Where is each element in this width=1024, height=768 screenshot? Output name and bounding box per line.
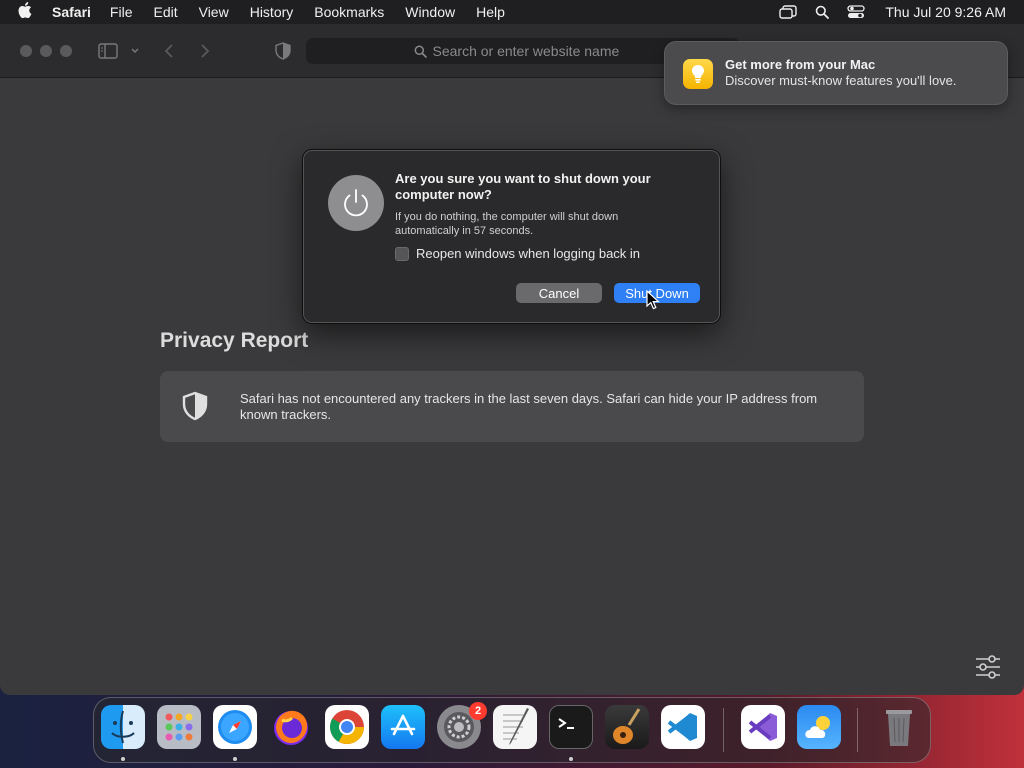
close-window-button[interactable] [20,45,32,57]
status-area: Thu Jul 20 9:26 AM [763,0,1006,24]
menu-bookmarks[interactable]: Bookmarks [314,4,384,20]
terminal-app-icon[interactable] [549,705,593,749]
privacy-report-title: Privacy Report [160,329,309,352]
cancel-button[interactable]: Cancel [516,283,602,303]
back-arrow-icon[interactable] [162,41,176,61]
system-settings-badge: 2 [469,702,487,720]
tips-notification[interactable]: Get more from your Mac Discover must-kno… [664,41,1008,105]
dialog-title: Are you sure you want to shut down your … [395,171,651,202]
visual-studio-app-icon[interactable] [741,705,785,749]
dock-separator [723,708,724,752]
shield-icon [182,391,208,426]
app-store-app-icon[interactable] [381,705,425,749]
menu-bar-clock[interactable]: Thu Jul 20 9:26 AM [885,4,1006,20]
safari-running-indicator [233,757,237,761]
menu-window[interactable]: Window [405,4,455,20]
firefox-app-icon[interactable] [269,705,313,749]
minimize-window-button[interactable] [40,45,52,57]
search-icon [414,45,427,58]
lightbulb-icon [683,59,713,89]
privacy-shield-icon[interactable] [274,41,292,61]
safari-window: Privacy Report Safari has not encountere… [0,24,1024,695]
power-icon [328,175,384,231]
menu-view[interactable]: View [199,4,229,20]
sidebar-toggle-icon[interactable] [97,41,119,61]
reopen-windows-checkbox[interactable] [395,246,409,261]
chevron-down-icon[interactable] [130,41,140,61]
dock: 2 [93,697,931,763]
menu-file[interactable]: File [110,4,133,20]
address-input[interactable] [432,43,633,59]
menu-bar: Safari File Edit View History Bookmarks … [0,0,1024,24]
mouse-pointer-icon [646,289,660,315]
dialog-message: If you do nothing, the computer will shu… [395,211,619,237]
reopen-windows-option[interactable]: Reopen windows when logging back in [395,246,640,261]
privacy-report-card: Safari has not encountered any trackers … [160,371,864,442]
privacy-report-message: Safari has not encountered any trackers … [240,391,818,422]
weather-app-icon[interactable] [797,705,841,749]
control-center-icon[interactable] [847,5,866,19]
terminal-running-indicator [569,757,573,761]
finder-app-icon[interactable] [101,705,145,749]
safari-app-icon[interactable] [213,705,257,749]
menu-history[interactable]: History [250,4,294,20]
apple-menu-icon[interactable] [18,1,38,23]
spotlight-search-icon[interactable] [813,5,831,19]
textedit-app-icon[interactable] [493,705,537,749]
garageband-app-icon[interactable] [605,705,649,749]
notification-body: Discover must-know features you'll love. [725,73,957,88]
finder-running-indicator [121,757,125,761]
trash-icon[interactable] [877,705,921,749]
menu-help[interactable]: Help [476,4,505,20]
menu-app-name[interactable]: Safari [52,4,91,20]
menu-edit[interactable]: Edit [153,4,177,20]
stage-manager-icon[interactable] [779,5,798,19]
customize-settings-icon[interactable] [974,654,1002,680]
dock-separator [857,708,858,752]
reopen-windows-label: Reopen windows when logging back in [416,246,641,261]
chrome-app-icon[interactable] [325,705,369,749]
launchpad-app-icon[interactable] [157,705,201,749]
notification-title: Get more from your Mac [725,57,876,72]
zoom-window-button[interactable] [60,45,72,57]
forward-arrow-icon[interactable] [198,41,212,61]
vscode-app-icon[interactable] [661,705,705,749]
